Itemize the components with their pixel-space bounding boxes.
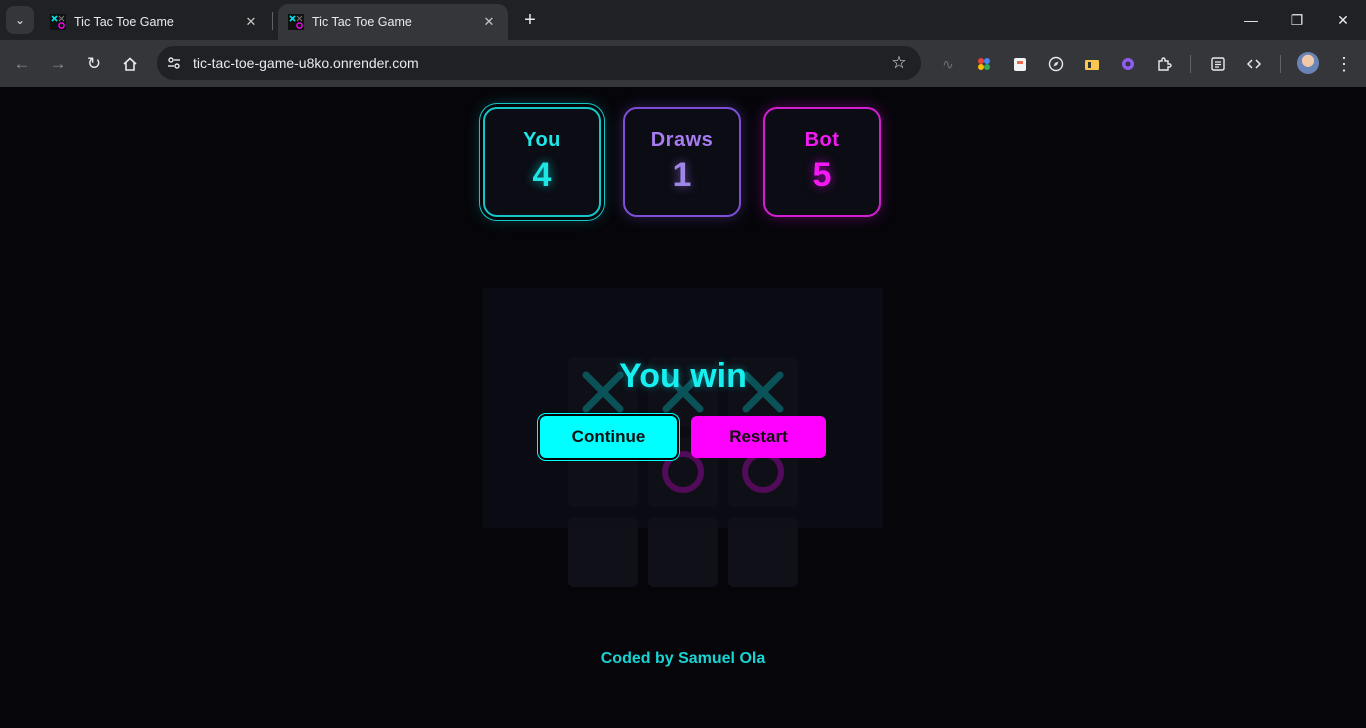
game-page: You 4 Draws 1 Bot 5 You win Continue Res… (0, 87, 1366, 728)
devtools-code-icon[interactable] (1242, 52, 1266, 76)
reading-list-icon[interactable] (1206, 52, 1230, 76)
score-value: 5 (812, 156, 832, 194)
tab-strip: ⌄ Tic Tac Toe Game ✕ Tic Tac Toe Game ✕ … (0, 0, 1366, 40)
home-icon (123, 57, 137, 71)
url-text: tic-tac-toe-game-u8ko.onrender.com (193, 55, 419, 71)
tab-title: Tic Tac Toe Game (312, 15, 412, 29)
extension-compass-icon[interactable] (1044, 52, 1068, 76)
forward-button[interactable]: → (44, 50, 72, 78)
minimize-button[interactable]: — (1228, 0, 1274, 40)
minimize-icon: — (1244, 12, 1258, 28)
score-label: Draws (650, 129, 714, 151)
extension-colorful-icon[interactable] (972, 52, 996, 76)
browser-menu-icon[interactable]: ⋮ (1332, 52, 1356, 76)
restore-button[interactable]: ❐ (1274, 0, 1320, 40)
site-settings-icon[interactable] (163, 52, 185, 74)
close-icon: ✕ (1337, 11, 1349, 28)
score-card-draws: Draws 1 (623, 107, 741, 217)
score-value: 1 (672, 156, 692, 194)
tab-title: Tic Tac Toe Game (74, 15, 174, 29)
address-bar[interactable]: tic-tac-toe-game-u8ko.onrender.com ☆ (157, 46, 921, 80)
score-value: 4 (532, 156, 552, 194)
browser-tab-2[interactable]: Tic Tac Toe Game ✕ (278, 4, 508, 40)
browser-tab-1[interactable]: Tic Tac Toe Game ✕ (40, 4, 270, 40)
close-tab-icon[interactable]: ✕ (242, 13, 260, 31)
arrow-left-icon: ← (13, 54, 31, 73)
browser-toolbar: ← → ↻ tic-tac-toe-game-u8ko.onrender.com… (0, 40, 1366, 87)
extension-folder-icon[interactable] (1080, 52, 1104, 76)
tictactoe-favicon-icon (288, 14, 304, 30)
chevron-down-icon: ⌄ (14, 13, 26, 27)
extension-gear-icon[interactable] (1116, 52, 1140, 76)
arrow-right-icon: → (49, 54, 67, 73)
tictactoe-favicon-icon (50, 14, 66, 30)
tab-search-button[interactable]: ⌄ (6, 6, 34, 34)
continue-button[interactable]: Continue (540, 416, 677, 458)
reload-icon: ↻ (86, 54, 102, 73)
toolbar-separator (1280, 55, 1281, 73)
score-card-bot: Bot 5 (763, 107, 881, 217)
toolbar-separator (1190, 55, 1191, 73)
restart-button[interactable]: Restart (691, 416, 826, 458)
footer-credit: Coded by Samuel Ola (600, 650, 766, 667)
home-button[interactable] (116, 50, 144, 78)
extensions-puzzle-icon[interactable] (1152, 52, 1176, 76)
bookmark-star-icon[interactable]: ☆ (885, 49, 913, 77)
extension-clipboard-icon[interactable] (1008, 52, 1032, 76)
profile-avatar[interactable] (1297, 52, 1319, 74)
score-card-you: You 4 (483, 107, 601, 217)
close-window-button[interactable]: ✕ (1320, 0, 1366, 40)
score-label: Bot (804, 129, 840, 151)
reload-button[interactable]: ↻ (80, 50, 108, 78)
plus-icon: + (524, 8, 536, 31)
new-tab-button[interactable]: + (518, 8, 542, 32)
tab-separator (272, 12, 273, 30)
close-tab-icon[interactable]: ✕ (480, 13, 498, 31)
back-button[interactable]: ← (8, 50, 36, 78)
extension-wave-icon[interactable]: ∿ (936, 52, 960, 76)
score-label: You (523, 129, 561, 151)
restore-icon: ❐ (1290, 11, 1304, 28)
result-message: You win (619, 357, 747, 395)
result-overlay (483, 288, 883, 528)
